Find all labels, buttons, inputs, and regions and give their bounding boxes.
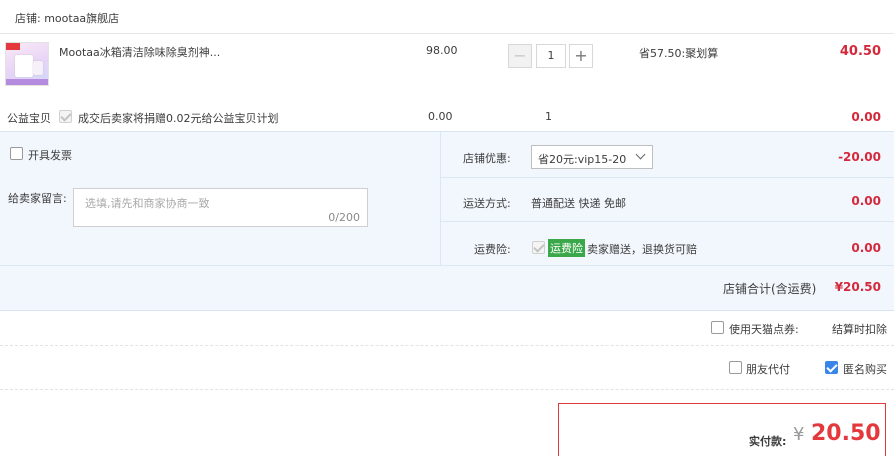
divider bbox=[0, 345, 894, 346]
item-title[interactable]: Mootaa冰箱清洁除味除臭剂神... bbox=[59, 44, 220, 60]
friend-pay-label[interactable]: 朋友代付 bbox=[746, 361, 790, 377]
insurance-badge: 运费险 bbox=[548, 239, 585, 257]
panel-row-divider bbox=[440, 221, 894, 222]
quantity-decrease-button[interactable]: − bbox=[508, 44, 532, 68]
shop-discount-select[interactable]: 省20元:vip15-20 bbox=[531, 145, 653, 169]
invoice-label[interactable]: 开具发票 bbox=[28, 147, 72, 163]
thumb-strip bbox=[6, 79, 48, 85]
item-price: 98.00 bbox=[426, 44, 458, 57]
points-note: 结算时扣除 bbox=[832, 323, 887, 336]
actual-payment-box: 实付款: ¥ 20.50 bbox=[558, 403, 886, 456]
charity-subtotal: 0.00 bbox=[851, 110, 881, 124]
message-textarea[interactable]: 选填,请先和商家协商一致 0/200 bbox=[73, 188, 368, 227]
quantity-increase-button[interactable]: + bbox=[569, 44, 593, 68]
actual-payment-amount: 20.50 bbox=[811, 421, 881, 446]
thumb-product-2 bbox=[33, 61, 43, 75]
shipping-method: 普通配送 快递 免邮 bbox=[531, 197, 626, 210]
message-label: 给卖家留言: bbox=[8, 192, 67, 205]
message-counter: 0/200 bbox=[328, 211, 360, 224]
shop-discount-selected: 省20元:vip15-20 bbox=[538, 153, 627, 166]
charity-label: 公益宝贝 bbox=[7, 112, 51, 125]
insurance-checkbox bbox=[532, 241, 545, 254]
shop-total-label: 店铺合计(含运费) bbox=[723, 282, 817, 296]
anonymous-purchase-checkbox[interactable] bbox=[825, 361, 838, 374]
insurance-description: 卖家赠送，退换货可赔 bbox=[587, 243, 697, 256]
invoice-checkbox[interactable] bbox=[10, 147, 23, 160]
insurance-label: 运费险: bbox=[474, 243, 511, 256]
divider bbox=[0, 389, 894, 390]
friend-pay-checkbox[interactable] bbox=[729, 361, 742, 374]
panel-col-divider bbox=[440, 132, 441, 265]
shop-discount-label: 店铺优惠: bbox=[463, 152, 511, 165]
actual-payment-currency: ¥ bbox=[793, 424, 805, 445]
chevron-down-icon bbox=[635, 149, 646, 160]
shop-discount-amount: -20.00 bbox=[838, 150, 881, 164]
panel-row-divider bbox=[440, 177, 894, 178]
insurance-amount: 0.00 bbox=[851, 241, 881, 255]
message-placeholder: 选填,请先和商家协商一致 bbox=[85, 197, 210, 210]
item-thumbnail[interactable] bbox=[5, 42, 49, 86]
shop-name[interactable]: 店铺: mootaa旗舰店 bbox=[15, 10, 119, 26]
charity-description: 成交后卖家将捐赠0.02元给公益宝贝计划 bbox=[78, 112, 279, 125]
charity-price: 0.00 bbox=[428, 110, 453, 123]
shipping-amount: 0.00 bbox=[851, 194, 881, 208]
divider bbox=[0, 33, 894, 34]
shop-total-amount: ¥20.50 bbox=[834, 280, 881, 294]
thumb-badge bbox=[6, 43, 20, 50]
item-discount: 省57.50:聚划算 bbox=[639, 47, 719, 60]
quantity-input[interactable]: 1 bbox=[536, 44, 566, 68]
item-subtotal: 40.50 bbox=[839, 44, 881, 59]
thumb-product bbox=[15, 55, 33, 77]
anonymous-purchase-label[interactable]: 匿名购买 bbox=[843, 361, 887, 377]
charity-quantity: 1 bbox=[545, 110, 552, 123]
points-label[interactable]: 使用天猫点券: bbox=[729, 321, 799, 337]
shipping-label: 运送方式: bbox=[463, 197, 511, 210]
actual-payment-label: 实付款: bbox=[749, 435, 787, 448]
panel-row-divider bbox=[0, 265, 894, 266]
points-checkbox[interactable] bbox=[711, 321, 724, 334]
charity-checkbox bbox=[59, 110, 72, 123]
